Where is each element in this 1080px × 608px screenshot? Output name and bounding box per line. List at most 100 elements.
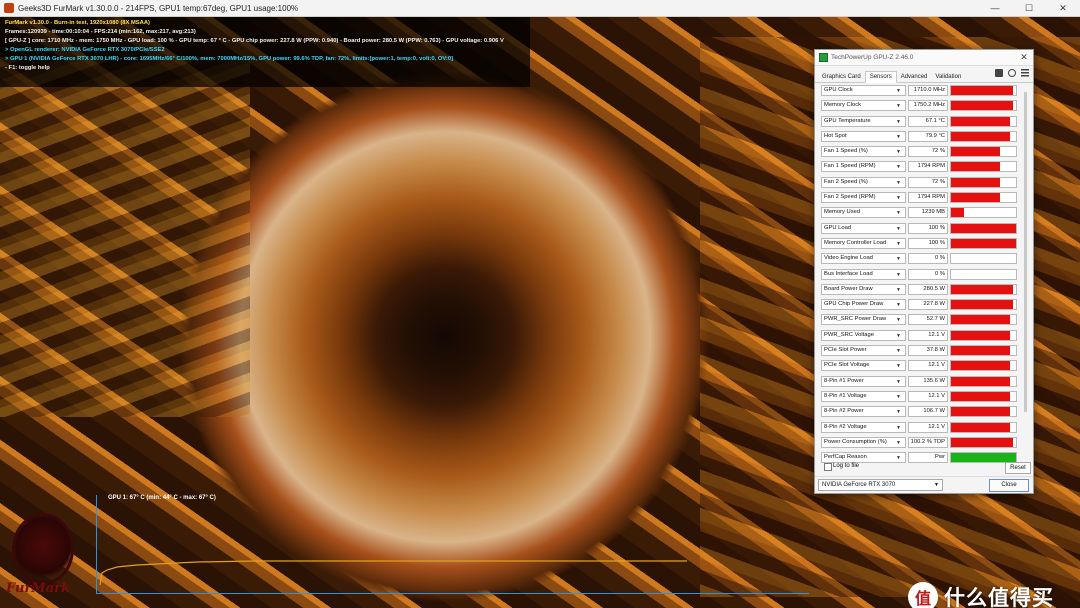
chevron-down-icon[interactable]: ▼ [896,226,901,232]
sensor-name[interactable]: Memory Clock [821,100,906,112]
sensor-row: Fan 2 Speed (%) ▼ 72 % [821,176,1023,191]
stats-overlay: FurMark v1.30.0 - Burn-in test, 1920x108… [0,17,530,87]
log-to-file-checkbox[interactable] [824,463,832,471]
sensor-name[interactable]: PWR_SRC Voltage [821,329,906,341]
gpuz-close-icon[interactable]: ✕ [1015,52,1033,63]
sensor-name[interactable]: Video Engine Load [821,253,906,265]
sensor-value: 1794 RPM [908,192,948,204]
gpu-select-value: NVIDIA GeForce RTX 3070 [822,482,896,488]
chevron-down-icon[interactable]: ▼ [896,180,901,186]
menu-icon[interactable] [1021,69,1029,77]
sensor-name[interactable]: GPU Temperature [821,115,906,127]
overlay-line-gpu1: > GPU 1 (NVIDIA GeForce RTX 3070 LHR) - … [5,56,454,62]
sensor-graph [950,436,1017,448]
sensor-name[interactable]: Hot Spot [821,130,906,142]
sensor-name[interactable]: Memory Controller Load [821,237,906,249]
chevron-down-icon[interactable]: ▼ [896,210,901,216]
window-title: Geeks3D FurMark v1.30.0.0 - 214FPS, GPU1… [18,3,299,13]
chevron-down-icon[interactable]: ▼ [896,134,901,140]
sensor-graph-bar [951,407,1010,417]
sensor-value: 72 % [908,146,948,158]
sensor-row: GPU Load ▼ 100 % [821,222,1023,237]
window-titlebar[interactable]: Geeks3D FurMark v1.30.0.0 - 214FPS, GPU1… [0,0,1080,17]
chevron-down-icon[interactable]: ▼ [896,409,901,415]
sensor-graph-bar [951,238,1016,248]
gpuz-tabbar: Graphics Card Sensors Advanced Validatio… [815,66,1033,83]
chevron-down-icon[interactable]: ▼ [896,256,901,262]
sensor-name[interactable]: GPU Load [821,222,906,234]
sensor-row: Power Consumption (%) ▼ 100.2 % TDP [821,436,1023,451]
chevron-down-icon[interactable]: ▼ [896,333,901,339]
sensor-scrollbar[interactable] [1023,84,1029,508]
reset-button[interactable]: Reset [1005,462,1031,474]
sensor-value: 100 % [908,222,948,234]
chevron-down-icon[interactable]: ▼ [896,149,901,155]
chevron-down-icon[interactable]: ▼ [896,348,901,354]
furmark-logo-text: FurMark [6,581,70,596]
chevron-down-icon[interactable]: ▼ [896,119,901,125]
camera-icon[interactable] [995,69,1003,77]
sensor-row: GPU Clock ▼ 1710.0 MHz [821,84,1023,99]
chevron-down-icon[interactable]: ▼ [896,363,901,369]
close-button[interactable]: ✕ [1046,3,1080,14]
sensor-name[interactable]: Board Power Draw [821,283,906,295]
sensor-name[interactable]: Fan 2 Speed (RPM) [821,192,906,204]
chevron-down-icon[interactable]: ▼ [896,272,901,278]
gpuz-titlebar[interactable]: TechPowerUp GPU-Z 2.46.0 ✕ [815,50,1033,66]
sensor-graph [950,360,1017,372]
tab-validation[interactable]: Validation [931,72,965,82]
sensor-graph [950,390,1017,402]
sensor-name[interactable]: PCIe Slot Voltage [821,360,906,372]
tab-advanced[interactable]: Advanced [897,72,932,82]
sensor-name[interactable]: Fan 2 Speed (%) [821,176,906,188]
sensor-graph [950,253,1017,265]
sensor-graph [950,268,1017,280]
sensor-row: Bus Interface Load ▼ 0 % [821,268,1023,283]
sensor-value: 1239 MB [908,207,948,219]
sensor-graph [950,207,1017,219]
sensor-name[interactable]: Memory Used [821,207,906,219]
chevron-down-icon[interactable]: ▼ [896,103,901,109]
tab-graphics-card[interactable]: Graphics Card [818,72,865,82]
chevron-down-icon[interactable]: ▼ [896,455,901,461]
chevron-down-icon[interactable]: ▼ [896,379,901,385]
sensor-name[interactable]: 8-Pin #2 Power [821,406,906,418]
sensor-name[interactable]: PWR_SRC Power Draw [821,314,906,326]
sensor-name[interactable]: Bus Interface Load [821,268,906,280]
chevron-down-icon[interactable]: ▼ [896,195,901,201]
chevron-down-icon[interactable]: ▼ [896,241,901,247]
chevron-down-icon[interactable]: ▼ [896,394,901,400]
refresh-icon[interactable] [1008,69,1016,77]
sensor-name[interactable]: 8-Pin #1 Voltage [821,390,906,402]
chevron-down-icon[interactable]: ▼ [896,317,901,323]
sensor-value: 280.5 W [908,283,948,295]
sensor-name[interactable]: PCIe Slot Power [821,345,906,357]
maximize-button[interactable]: ☐ [1012,3,1046,14]
minimize-button[interactable]: — [978,3,1012,14]
gpuz-close-button[interactable]: Close [989,479,1029,492]
chevron-down-icon[interactable]: ▼ [896,287,901,293]
watermark-text: 什么值得买 [944,586,1054,608]
sensor-graph [950,421,1017,433]
gpuz-window[interactable]: TechPowerUp GPU-Z 2.46.0 ✕ Graphics Card… [814,49,1034,494]
sensor-graph [950,222,1017,234]
sensor-name[interactable]: 8-Pin #2 Voltage [821,421,906,433]
sensor-name[interactable]: Power Consumption (%) [821,436,906,448]
sensor-value: 227.8 W [908,299,948,311]
sensor-name[interactable]: Fan 1 Speed (%) [821,146,906,158]
overlay-line-gpuz: [ GPU-Z ] core: 1710 MHz - mem: 1750 MHz… [5,38,504,44]
chevron-down-icon[interactable]: ▼ [896,164,901,170]
sensor-name[interactable]: GPU Clock [821,85,906,96]
tab-sensors[interactable]: Sensors [864,71,897,83]
sensor-name[interactable]: GPU Chip Power Draw [821,299,906,311]
chevron-down-icon[interactable]: ▼ [896,440,901,446]
chevron-down-icon[interactable]: ▼ [896,425,901,431]
gpu-select[interactable]: NVIDIA GeForce RTX 3070 ▼ [818,479,943,491]
sensor-name[interactable]: Fan 1 Speed (RPM) [821,161,906,173]
chevron-down-icon[interactable]: ▼ [896,302,901,308]
sensor-row: 8-Pin #1 Power ▼ 135.6 W [821,375,1023,390]
sensor-name[interactable]: 8-Pin #1 Power [821,375,906,387]
gpuz-app-icon [819,53,828,62]
sensor-graph-bar [951,376,1010,386]
chevron-down-icon[interactable]: ▼ [896,88,901,94]
